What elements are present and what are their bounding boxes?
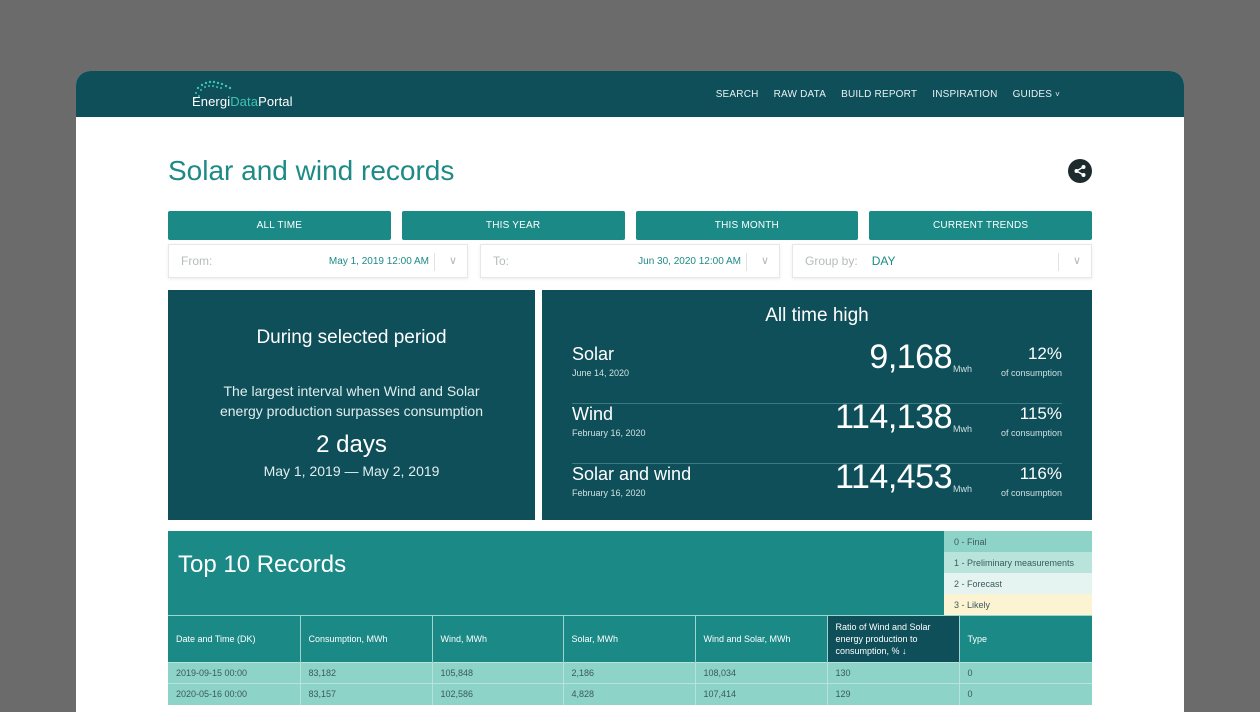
record-percent: 12% [1027, 344, 1062, 363]
record-percent: 116% [1019, 464, 1062, 483]
nav-guides[interactable]: GUIDES ˅ [1013, 89, 1060, 100]
interval-range: May 1, 2019 — May 2, 2019 [263, 463, 440, 479]
column-header-date[interactable]: Date and Time (DK) [168, 615, 301, 663]
column-header-consumption[interactable]: Consumption, MWh [300, 615, 433, 663]
cell-consumption: 83,182 [300, 662, 433, 684]
records-table: Date and Time (DK) Consumption, MWh Wind… [168, 615, 1092, 705]
nav-raw-data[interactable]: RAW DATA [774, 89, 827, 100]
panel-title: During selected period [256, 327, 447, 348]
cell-wind-solar: 107,414 [695, 683, 828, 705]
record-name: Solar [572, 344, 615, 364]
record-unit: Mwh [952, 424, 972, 434]
group-by-value: DAY [871, 254, 896, 268]
cell-ratio: 129 [827, 683, 960, 705]
column-header-solar[interactable]: Solar, MWh [563, 615, 696, 663]
period-buttons: ALL TIME THIS YEAR THIS MONTH CURRENT TR… [168, 211, 1092, 240]
top10-title: Top 10 Records [178, 551, 347, 578]
record-value: 114,138 [835, 398, 952, 436]
legend-likely: 3 - Likely [944, 594, 1092, 615]
record-unit: Mwh [952, 364, 972, 374]
nav-build-report[interactable]: BUILD REPORT [841, 89, 917, 100]
all-time-high-panel: All time high Solar June 14, 2020 9,168 … [542, 290, 1092, 520]
cell-solar: 4,828 [563, 683, 696, 705]
logo-text: EnergiDataPortal [192, 94, 293, 109]
chevron-down-icon: ˅ [1055, 89, 1060, 99]
table-row: 2020-05-16 00:00 83,157 102,586 4,828 10… [168, 683, 1092, 705]
from-label: From: [181, 254, 213, 268]
record-percent: 115% [1019, 404, 1062, 423]
legend-preliminary: 1 - Preliminary measurements [944, 552, 1092, 573]
column-header-wind-solar[interactable]: Wind and Solar, MWh [695, 615, 828, 663]
cell-date: 2019-09-15 00:00 [168, 662, 301, 684]
share-button[interactable] [1068, 159, 1092, 183]
record-name: Wind [572, 404, 614, 424]
cell-ratio: 130 [827, 662, 960, 684]
nav-guides-label: GUIDES [1012, 88, 1053, 100]
chevron-down-icon: ∨ [1072, 255, 1081, 267]
panel-title: All time high [765, 305, 869, 326]
divider [1058, 253, 1059, 271]
panel-description: The largest interval when Wind and Solar… [219, 383, 484, 419]
nav-search[interactable]: SEARCH [716, 89, 759, 100]
cell-solar: 2,186 [563, 662, 696, 684]
group-by-select[interactable]: Group by: DAY ∨ [792, 244, 1092, 278]
this-month-button[interactable]: THIS MONTH [635, 211, 859, 240]
record-solar: Solar June 14, 2020 9,168 Mwh 12% of con… [572, 338, 1062, 404]
record-percent-label: of consumption [1000, 368, 1062, 378]
record-value: 9,168 [869, 338, 952, 376]
chevron-down-icon: ∨ [760, 255, 769, 267]
from-value: May 1, 2019 12:00 AM [328, 255, 429, 267]
logo[interactable]: EnergiDataPortal [192, 80, 293, 109]
record-percent-label: of consumption [1000, 488, 1062, 498]
cell-type: 0 [959, 662, 1092, 684]
top-navbar: EnergiDataPortal SEARCH RAW DATA BUILD R… [76, 71, 1184, 117]
to-label: To: [493, 254, 510, 268]
to-value: Jun 30, 2020 12:00 AM [638, 255, 741, 267]
this-year-button[interactable]: THIS YEAR [401, 211, 625, 240]
current-trends-button[interactable]: CURRENT TRENDS [869, 211, 1092, 240]
page-title: Solar and wind records [168, 155, 455, 186]
record-value: 114,453 [835, 458, 952, 496]
browser-window: EnergiDataPortal SEARCH RAW DATA BUILD R… [76, 71, 1184, 712]
selected-period-panel: During selected period The largest inter… [168, 290, 535, 520]
cell-consumption: 83,157 [300, 683, 433, 705]
cell-wind-solar: 108,034 [695, 662, 828, 684]
nav-inspiration[interactable]: INSPIRATION [932, 89, 997, 100]
filter-row: From: May 1, 2019 12:00 AM ∨ To: Jun 30,… [168, 244, 1092, 278]
all-time-button[interactable]: ALL TIME [168, 211, 391, 240]
cell-wind: 105,848 [432, 662, 564, 684]
record-percent-label: of consumption [1000, 428, 1062, 438]
column-header-ratio[interactable]: Ratio of Wind and Solar energy productio… [827, 615, 960, 663]
record-unit: Mwh [952, 484, 972, 494]
group-by-label: Group by: [805, 254, 858, 268]
table-row: 2019-09-15 00:00 83,182 105,848 2,186 10… [168, 662, 1092, 684]
type-legend: 0 - Final 1 - Preliminary measurements 2… [944, 531, 1092, 615]
cell-date: 2020-05-16 00:00 [168, 683, 301, 705]
from-date-picker[interactable]: From: May 1, 2019 12:00 AM ∨ [168, 244, 468, 278]
legend-final: 0 - Final [944, 531, 1092, 552]
to-date-picker[interactable]: To: Jun 30, 2020 12:00 AM ∨ [480, 244, 780, 278]
column-header-wind[interactable]: Wind, MWh [432, 615, 564, 663]
interval-value: 2 days [316, 431, 387, 458]
record-date: February 16, 2020 [572, 488, 646, 498]
chevron-down-icon: ∨ [448, 255, 457, 267]
cell-wind: 102,586 [432, 683, 564, 705]
record-wind: Wind February 16, 2020 114,138 Mwh 115% … [572, 398, 1062, 464]
record-date: February 16, 2020 [572, 428, 646, 438]
legend-forecast: 2 - Forecast [944, 573, 1092, 594]
record-name: Solar and wind [572, 464, 692, 484]
divider [746, 253, 747, 271]
table-header-row: Date and Time (DK) Consumption, MWh Wind… [168, 615, 1092, 663]
record-date: June 14, 2020 [572, 368, 630, 378]
cell-type: 0 [959, 683, 1092, 705]
record-solar-and-wind: Solar and wind February 16, 2020 114,453… [572, 458, 1062, 524]
nav-links: SEARCH RAW DATA BUILD REPORT INSPIRATION… [716, 71, 1060, 117]
top10-header: Top 10 Records 0 - Final 1 - Preliminary… [168, 531, 1092, 615]
share-icon [1074, 165, 1086, 177]
column-header-type[interactable]: Type [959, 615, 1092, 663]
divider [434, 253, 435, 271]
